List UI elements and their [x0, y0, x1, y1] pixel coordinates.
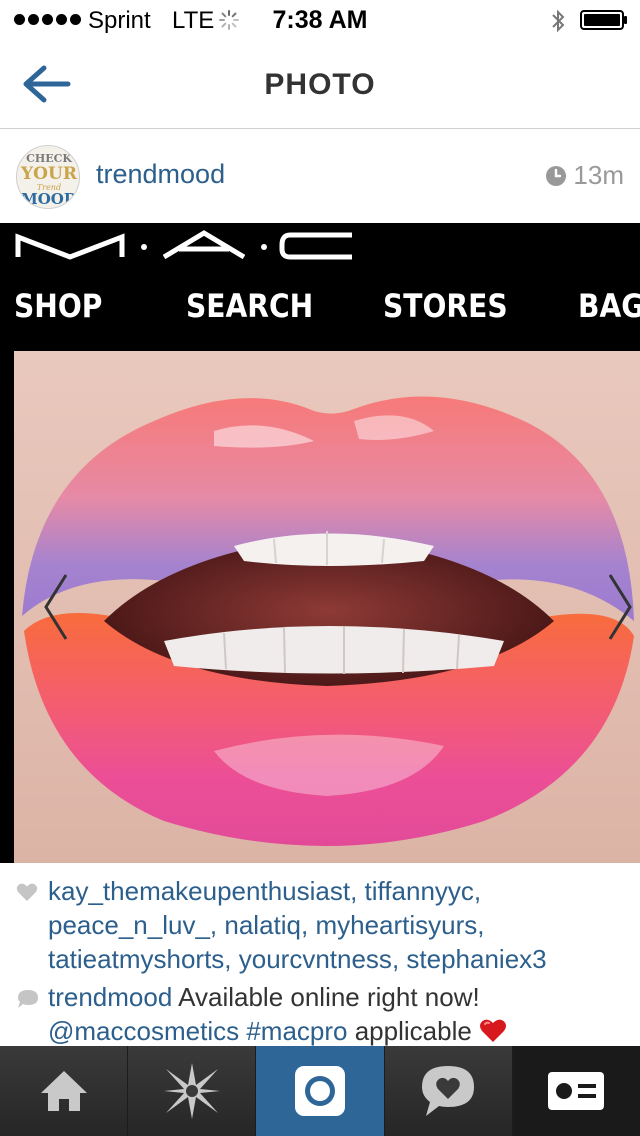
- nav-header: PHOTO: [0, 40, 640, 129]
- post-header: CHECK YOUR Trend MOOD trendmood 13m: [0, 130, 640, 222]
- tab-camera[interactable]: [256, 1046, 385, 1136]
- like-user[interactable]: myheartisyurs: [315, 910, 477, 940]
- tab-activity[interactable]: [384, 1046, 513, 1136]
- photo-nav-search: SEARCH: [186, 287, 314, 325]
- status-time: 7:38 AM: [272, 6, 368, 34]
- photo-nav-bag: BAG: [578, 287, 640, 325]
- caption-body: Available online right now!: [178, 982, 480, 1012]
- avatar-text-mood: MOOD: [21, 190, 77, 208]
- photo-nav-stores: STORES: [383, 287, 508, 325]
- likes-heart-icon: [16, 883, 38, 901]
- status-bar: Sprint LTE 7:38 AM: [0, 0, 640, 40]
- post-username[interactable]: trendmood: [96, 159, 225, 190]
- explore-star-icon: [163, 1063, 220, 1119]
- like-user[interactable]: tiffannyyc: [365, 876, 474, 906]
- tab-bar: [0, 1046, 640, 1136]
- bluetooth-icon: [552, 9, 565, 33]
- mac-logo: [15, 230, 352, 260]
- comment-bubble-icon: [18, 990, 38, 1008]
- profile-card-icon: [548, 1072, 605, 1110]
- battery-icon: [580, 10, 627, 30]
- avatar-text-your: YOUR: [21, 164, 77, 184]
- likes-list: kay_themakeupenthusiast, tiffannyyc, pea…: [48, 876, 547, 974]
- camera-icon: [295, 1066, 345, 1116]
- caption-text: trendmood Available online right now! @m…: [48, 980, 628, 1048]
- clock-icon: [546, 165, 567, 186]
- chevron-right-icon[interactable]: [606, 571, 636, 643]
- caption-hashtag[interactable]: #macpro: [246, 1016, 347, 1046]
- caption-body-2: applicable: [354, 1016, 472, 1046]
- red-heart-icon: [480, 1019, 507, 1042]
- page-title: PHOTO: [264, 68, 376, 101]
- activity-heart-icon: [422, 1066, 475, 1116]
- tab-home[interactable]: [0, 1046, 129, 1136]
- home-icon: [40, 1071, 87, 1111]
- post-photo[interactable]: SHOP SEARCH STORES BAG: [0, 223, 640, 863]
- caption-author[interactable]: trendmood: [48, 982, 172, 1012]
- avatar[interactable]: CHECK YOUR Trend MOOD: [16, 145, 80, 209]
- time-ago: 13m: [573, 160, 624, 190]
- like-user[interactable]: kay_themakeupenthusiast: [48, 876, 350, 906]
- like-user[interactable]: stephaniex3: [406, 944, 546, 974]
- like-user[interactable]: tatieatmyshorts: [48, 944, 224, 974]
- like-user[interactable]: nalatiq: [224, 910, 301, 940]
- like-user[interactable]: yourcvntness: [239, 944, 392, 974]
- chevron-left-icon[interactable]: [40, 571, 70, 643]
- tab-explore[interactable]: [128, 1046, 257, 1136]
- caption-mention[interactable]: @maccosmetics: [48, 1016, 239, 1046]
- post-timestamp: 13m: [545, 160, 624, 191]
- like-user[interactable]: peace_n_luv_: [48, 910, 210, 940]
- photo-nav-shop: SHOP: [14, 287, 103, 325]
- tab-profile[interactable]: [512, 1046, 640, 1136]
- lips-image: [14, 351, 640, 863]
